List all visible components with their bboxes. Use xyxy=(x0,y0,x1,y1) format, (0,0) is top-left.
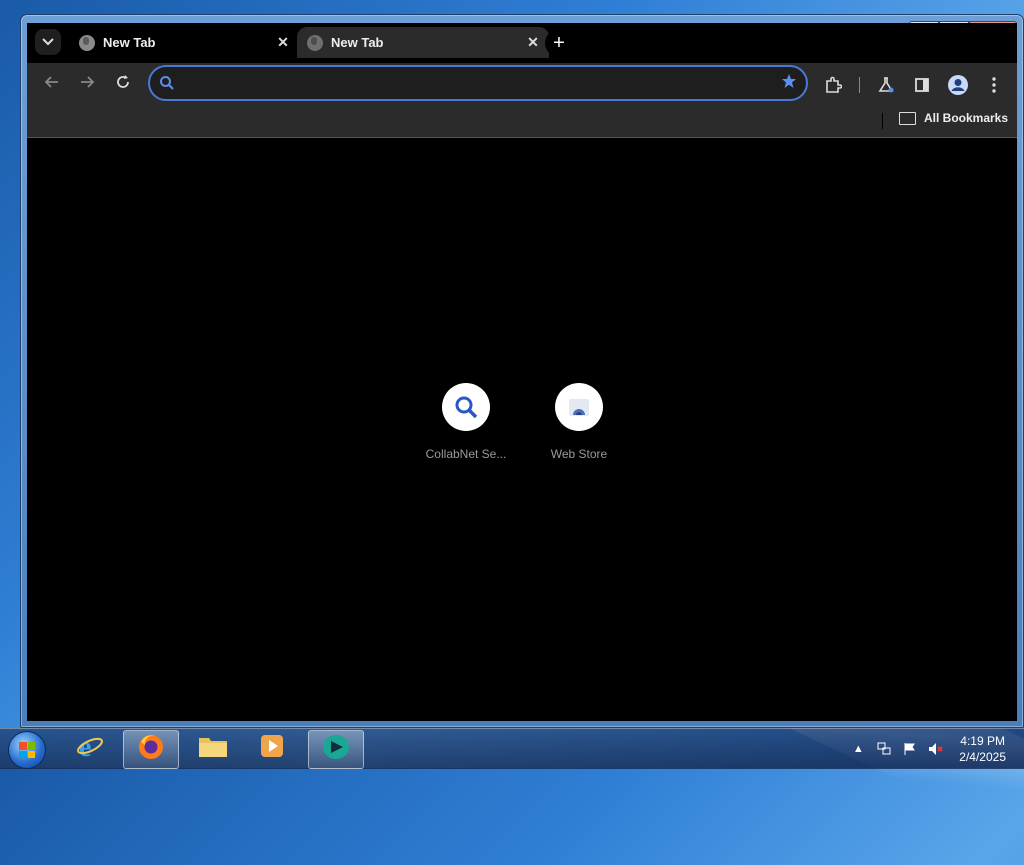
bookmark-star-icon[interactable] xyxy=(772,73,806,94)
clock-date: 2/4/2025 xyxy=(959,750,1006,764)
address-bar[interactable] xyxy=(148,65,808,101)
back-button[interactable] xyxy=(39,71,65,97)
taskbar: e ▲ 4:19 PM 2/4/2025 xyxy=(0,728,1024,769)
browser-icon xyxy=(321,733,351,766)
ie-icon: e xyxy=(75,731,105,766)
more-menu-icon[interactable] xyxy=(982,73,1006,97)
shortcut-label: CollabNet Se... xyxy=(425,447,507,461)
browser-window: — ▭ ✕ New Tab ✕ New Tab ✕ + xyxy=(20,14,1024,728)
arrow-left-icon xyxy=(44,74,60,95)
taskbar-media-player[interactable] xyxy=(245,730,299,767)
globe-icon xyxy=(79,34,95,51)
tab-title: New Tab xyxy=(331,35,384,50)
chevron-down-icon xyxy=(42,35,54,49)
network-icon[interactable] xyxy=(876,741,892,757)
system-tray: ▲ 4:19 PM 2/4/2025 xyxy=(845,729,1024,769)
arrow-right-icon xyxy=(79,74,95,95)
tab-new-tab-2[interactable]: New Tab ✕ xyxy=(297,27,549,58)
taskbar-firefox[interactable] xyxy=(123,730,179,769)
reload-button[interactable] xyxy=(110,71,136,97)
tab-new-tab-1[interactable]: New Tab ✕ xyxy=(69,28,299,57)
address-input[interactable] xyxy=(184,74,772,92)
search-icon xyxy=(150,75,184,91)
clock-time: 4:19 PM xyxy=(960,734,1005,748)
volume-muted-icon[interactable] xyxy=(928,741,944,757)
extensions-icon[interactable] xyxy=(821,73,845,97)
side-panel-icon[interactable] xyxy=(910,73,934,97)
tab-title: New Tab xyxy=(103,35,156,50)
shortcut-web-store[interactable]: Web Store xyxy=(531,383,627,461)
firefox-icon xyxy=(137,733,165,766)
forward-button[interactable] xyxy=(74,71,100,97)
start-button[interactable] xyxy=(8,731,46,769)
tab-strip: New Tab ✕ New Tab ✕ + xyxy=(27,23,1017,63)
taskbar-explorer[interactable] xyxy=(186,730,240,767)
close-tab-icon[interactable]: ✕ xyxy=(271,34,295,51)
bookmarks-divider xyxy=(882,113,883,129)
webstore-icon xyxy=(555,383,603,431)
all-bookmarks-button[interactable]: All Bookmarks xyxy=(899,111,1008,125)
profile-avatar-icon[interactable] xyxy=(946,73,970,97)
shortcut-collabnet[interactable]: CollabNet Se... xyxy=(418,383,514,461)
toolbar xyxy=(27,63,1017,103)
shortcut-label: Web Store xyxy=(550,447,608,461)
reload-icon xyxy=(115,74,131,95)
browser: New Tab ✕ New Tab ✕ + All Bookmarks Coll… xyxy=(27,23,1017,721)
chevron-up-icon[interactable]: ▲ xyxy=(850,741,866,757)
action-center-flag-icon[interactable] xyxy=(902,741,918,757)
folder-icon xyxy=(899,111,916,125)
new-tab-button[interactable]: + xyxy=(545,29,573,57)
taskbar-browser[interactable] xyxy=(308,730,364,769)
new-tab-page: CollabNet Se... Web Store xyxy=(27,138,1017,721)
folder-icon xyxy=(197,733,229,764)
all-bookmarks-label: All Bookmarks xyxy=(924,111,1009,125)
labs-flask-icon[interactable] xyxy=(874,73,898,97)
taskbar-ie[interactable]: e xyxy=(63,730,117,767)
search-icon xyxy=(442,383,490,431)
bookmarks-bar: All Bookmarks xyxy=(27,103,1017,138)
close-tab-icon[interactable]: ✕ xyxy=(521,34,545,51)
plus-icon: + xyxy=(553,31,565,54)
media-player-icon xyxy=(259,733,285,764)
tab-search-button[interactable] xyxy=(35,29,61,55)
windows-logo-icon xyxy=(19,742,35,758)
globe-icon xyxy=(307,34,323,51)
clock[interactable]: 4:19 PM 2/4/2025 xyxy=(959,733,1006,765)
toolbar-divider xyxy=(859,77,860,93)
